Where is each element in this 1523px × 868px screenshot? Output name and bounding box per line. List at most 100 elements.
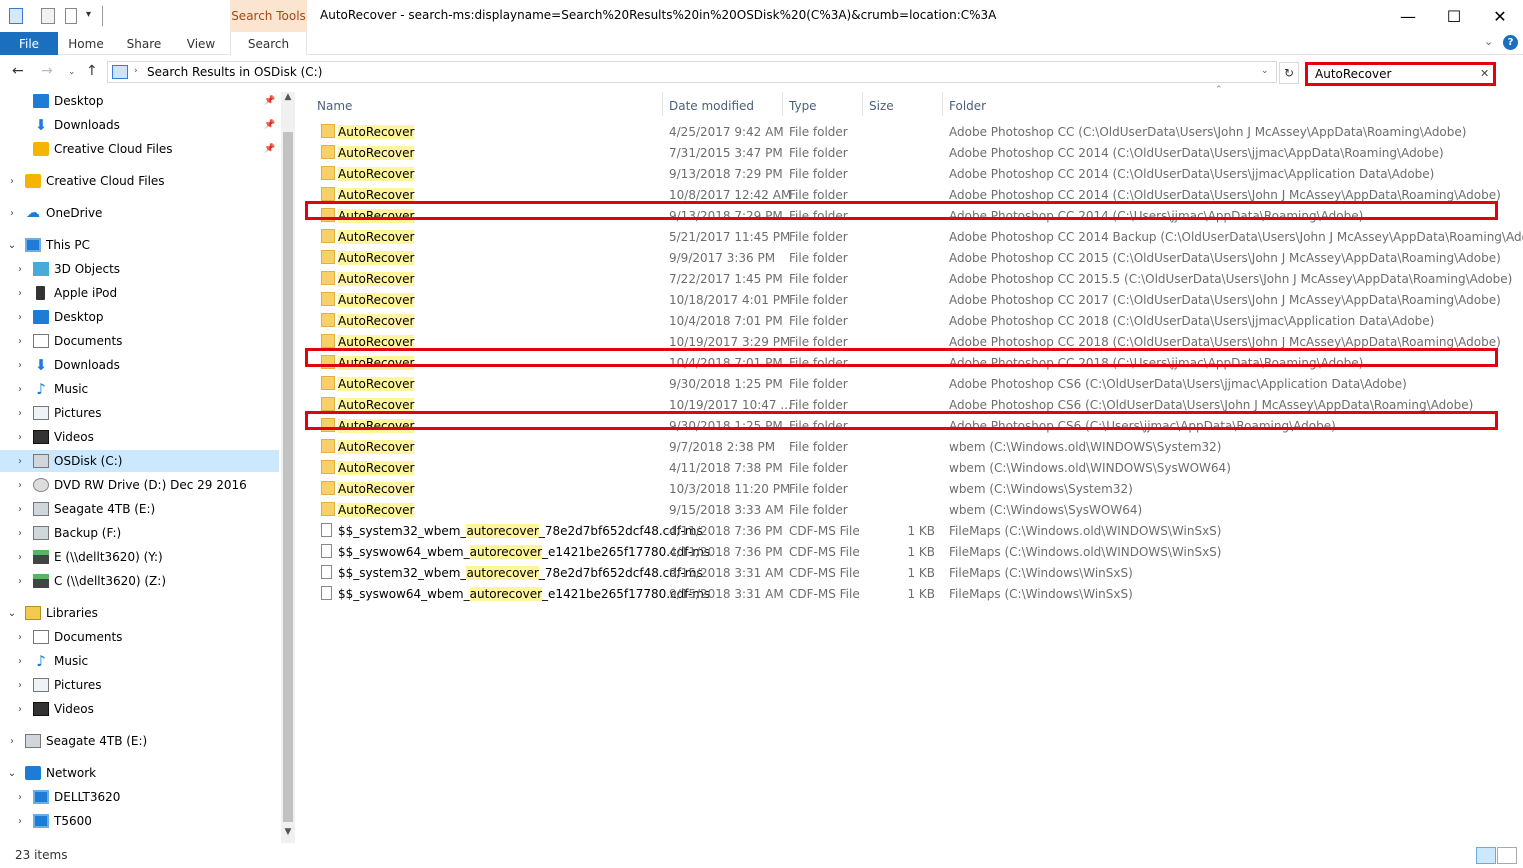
column-divider[interactable] bbox=[662, 92, 663, 116]
expand-chevron-icon[interactable]: › bbox=[14, 264, 26, 275]
collapse-chevron-icon[interactable]: ⌄ bbox=[6, 768, 18, 779]
expand-chevron-icon[interactable]: › bbox=[6, 176, 18, 187]
tab-home[interactable]: Home bbox=[58, 32, 114, 55]
expand-chevron-icon[interactable]: › bbox=[6, 736, 18, 747]
breadcrumb[interactable]: Search Results in OSDisk (C:) bbox=[147, 65, 322, 79]
column-header-type[interactable]: Type bbox=[789, 94, 817, 118]
expand-chevron-icon[interactable]: › bbox=[14, 456, 26, 467]
sidebar-item[interactable]: › T5600 bbox=[0, 810, 279, 832]
table-row[interactable]: AutoRecover 9/13/2018 7:29 PM File folder A… bbox=[315, 163, 1500, 184]
sidebar-item[interactable]: ⬇ Downloads 📌 bbox=[0, 114, 279, 136]
expand-chevron-icon[interactable]: › bbox=[14, 312, 26, 323]
expand-chevron-icon[interactable]: › bbox=[14, 360, 26, 371]
sidebar-item[interactable]: ⌄ Libraries bbox=[0, 602, 279, 624]
sidebar-item[interactable]: › E (\\dellt3620) (Y:) bbox=[0, 546, 279, 568]
sidebar-item[interactable]: › Seagate 4TB (E:) bbox=[0, 498, 279, 520]
expand-chevron-icon[interactable]: › bbox=[14, 288, 26, 299]
table-row[interactable]: AutoRecover 10/3/2018 11:20 PM File folder… bbox=[315, 478, 1500, 499]
expand-chevron-icon[interactable]: › bbox=[14, 336, 26, 347]
table-row[interactable]: AutoRecover 10/4/2018 7:01 PM File folder A… bbox=[315, 352, 1500, 373]
tab-share[interactable]: Share bbox=[114, 32, 174, 55]
table-row[interactable]: AutoRecover 9/15/2018 3:33 AM File folder w… bbox=[315, 499, 1500, 520]
navigation-pane-scrollbar[interactable]: ▲ ▼ bbox=[281, 92, 295, 843]
table-row[interactable]: AutoRecover 4/25/2017 9:42 AM File folder A… bbox=[315, 121, 1500, 142]
expand-chevron-icon[interactable]: › bbox=[14, 792, 26, 803]
table-row[interactable]: $$_system32_wbem_ autorecover _78e2d7bf652… bbox=[315, 520, 1500, 541]
expand-chevron-icon[interactable]: › bbox=[6, 208, 18, 219]
expand-chevron-icon[interactable]: › bbox=[14, 704, 26, 715]
tab-view[interactable]: View bbox=[174, 32, 228, 55]
expand-chevron-icon[interactable]: › bbox=[14, 432, 26, 443]
sidebar-item[interactable]: › Videos bbox=[0, 698, 279, 720]
sidebar-item[interactable]: › ♪ Music bbox=[0, 650, 279, 672]
column-divider[interactable] bbox=[942, 92, 943, 116]
expand-chevron-icon[interactable]: › bbox=[14, 408, 26, 419]
expand-ribbon-chevron-icon[interactable]: ⌄ bbox=[1484, 35, 1493, 48]
sidebar-item[interactable]: › Pictures bbox=[0, 402, 279, 424]
back-button[interactable]: ← bbox=[12, 63, 24, 79]
table-row[interactable]: AutoRecover 4/11/2018 7:38 PM File folder w… bbox=[315, 457, 1500, 478]
table-row[interactable]: AutoRecover 10/18/2017 4:01 PM File folder… bbox=[315, 289, 1501, 310]
table-row[interactable]: AutoRecover 9/30/2018 1:25 PM File folder A… bbox=[315, 373, 1500, 394]
expand-chevron-icon[interactable]: › bbox=[14, 480, 26, 491]
refresh-button[interactable]: ↻ bbox=[1279, 62, 1299, 84]
expand-chevron-icon[interactable]: › bbox=[14, 504, 26, 515]
expand-chevron-icon[interactable]: › bbox=[14, 816, 26, 827]
search-input[interactable]: AutoRecover ✕ bbox=[1305, 62, 1496, 86]
column-divider[interactable] bbox=[862, 92, 863, 116]
customize-quick-access-chevron-icon[interactable]: ▾ bbox=[86, 9, 91, 20]
sidebar-item[interactable]: › OSDisk (C:) bbox=[0, 450, 279, 472]
tab-file[interactable]: File bbox=[0, 32, 58, 55]
sidebar-item[interactable]: › Documents bbox=[0, 626, 279, 648]
table-row[interactable]: AutoRecover 5/21/2017 11:45 PM File folder… bbox=[315, 226, 1523, 247]
column-header-date-modified[interactable]: Date modified bbox=[669, 94, 754, 118]
collapse-chevron-icon[interactable]: ⌄ bbox=[6, 608, 18, 619]
sidebar-item[interactable]: › Desktop bbox=[0, 306, 279, 328]
sidebar-item[interactable]: › Backup (F:) bbox=[0, 522, 279, 544]
forward-button[interactable]: → bbox=[41, 63, 53, 79]
sidebar-item[interactable]: › Apple iPod bbox=[0, 282, 279, 304]
maximize-button[interactable]: ☐ bbox=[1431, 0, 1477, 32]
sidebar-item[interactable]: › Videos bbox=[0, 426, 279, 448]
column-header-size[interactable]: Size bbox=[869, 94, 894, 118]
sidebar-item[interactable]: › Pictures bbox=[0, 674, 279, 696]
sidebar-item[interactable]: › DELLT3620 bbox=[0, 786, 279, 808]
table-row[interactable]: AutoRecover 10/19/2017 10:47 ... File fold… bbox=[315, 394, 1500, 415]
address-dropdown-icon[interactable]: ⌄ bbox=[1261, 66, 1269, 76]
table-row[interactable]: AutoRecover 10/8/2017 12:42 AM File folder… bbox=[315, 184, 1501, 205]
scroll-down-icon[interactable]: ▼ bbox=[281, 827, 295, 843]
clear-search-icon[interactable]: ✕ bbox=[1480, 67, 1489, 80]
sidebar-item[interactable]: ⌄ This PC bbox=[0, 234, 279, 256]
table-row[interactable]: AutoRecover 9/7/2018 2:38 PM File folder wb… bbox=[315, 436, 1500, 457]
sidebar-item[interactable]: Creative Cloud Files 📌 bbox=[0, 138, 279, 160]
table-row[interactable]: AutoRecover 7/31/2015 3:47 PM File folder A… bbox=[315, 142, 1500, 163]
expand-chevron-icon[interactable]: › bbox=[14, 656, 26, 667]
recent-locations-button[interactable]: ⌄ bbox=[68, 67, 76, 77]
details-view-button[interactable] bbox=[1476, 847, 1496, 864]
properties-quick-access-icon[interactable] bbox=[41, 8, 55, 24]
minimize-button[interactable]: — bbox=[1385, 0, 1431, 32]
scrollbar-thumb[interactable] bbox=[283, 132, 293, 822]
table-row[interactable]: AutoRecover 10/4/2018 7:01 PM File folder A… bbox=[315, 310, 1500, 331]
sidebar-item[interactable]: › ☁ OneDrive bbox=[0, 202, 279, 224]
sidebar-item[interactable]: › 3D Objects bbox=[0, 258, 279, 280]
sidebar-item[interactable]: › C (\\dellt3620) (Z:) bbox=[0, 570, 279, 592]
large-icons-view-button[interactable] bbox=[1497, 847, 1517, 864]
sidebar-item[interactable]: › Documents bbox=[0, 330, 279, 352]
expand-chevron-icon[interactable]: › bbox=[14, 552, 26, 563]
table-row[interactable]: AutoRecover 10/19/2017 3:29 PM File folder… bbox=[315, 331, 1501, 352]
close-button[interactable]: ✕ bbox=[1477, 0, 1523, 32]
pin-icon[interactable]: 📌 bbox=[264, 144, 275, 154]
sidebar-item[interactable]: › ♪ Music bbox=[0, 378, 279, 400]
explorer-window-icon[interactable] bbox=[9, 8, 23, 24]
sidebar-item[interactable]: › Creative Cloud Files bbox=[0, 170, 279, 192]
address-bar[interactable]: › Search Results in OSDisk (C:) ⌄ bbox=[107, 61, 1277, 83]
sidebar-item[interactable]: › ⬇ Downloads bbox=[0, 354, 279, 376]
scroll-up-icon[interactable]: ▲ bbox=[281, 92, 295, 108]
table-row[interactable]: AutoRecover 7/22/2017 1:45 PM File folder A… bbox=[315, 268, 1512, 289]
search-input-value[interactable]: AutoRecover bbox=[1315, 67, 1391, 81]
sidebar-item[interactable]: Desktop 📌 bbox=[0, 90, 279, 112]
breadcrumb-separator-icon[interactable]: › bbox=[134, 66, 138, 76]
sidebar-item[interactable]: ⌄ Network bbox=[0, 762, 279, 784]
table-row[interactable]: AutoRecover 9/9/2017 3:36 PM File folder Ad… bbox=[315, 247, 1501, 268]
